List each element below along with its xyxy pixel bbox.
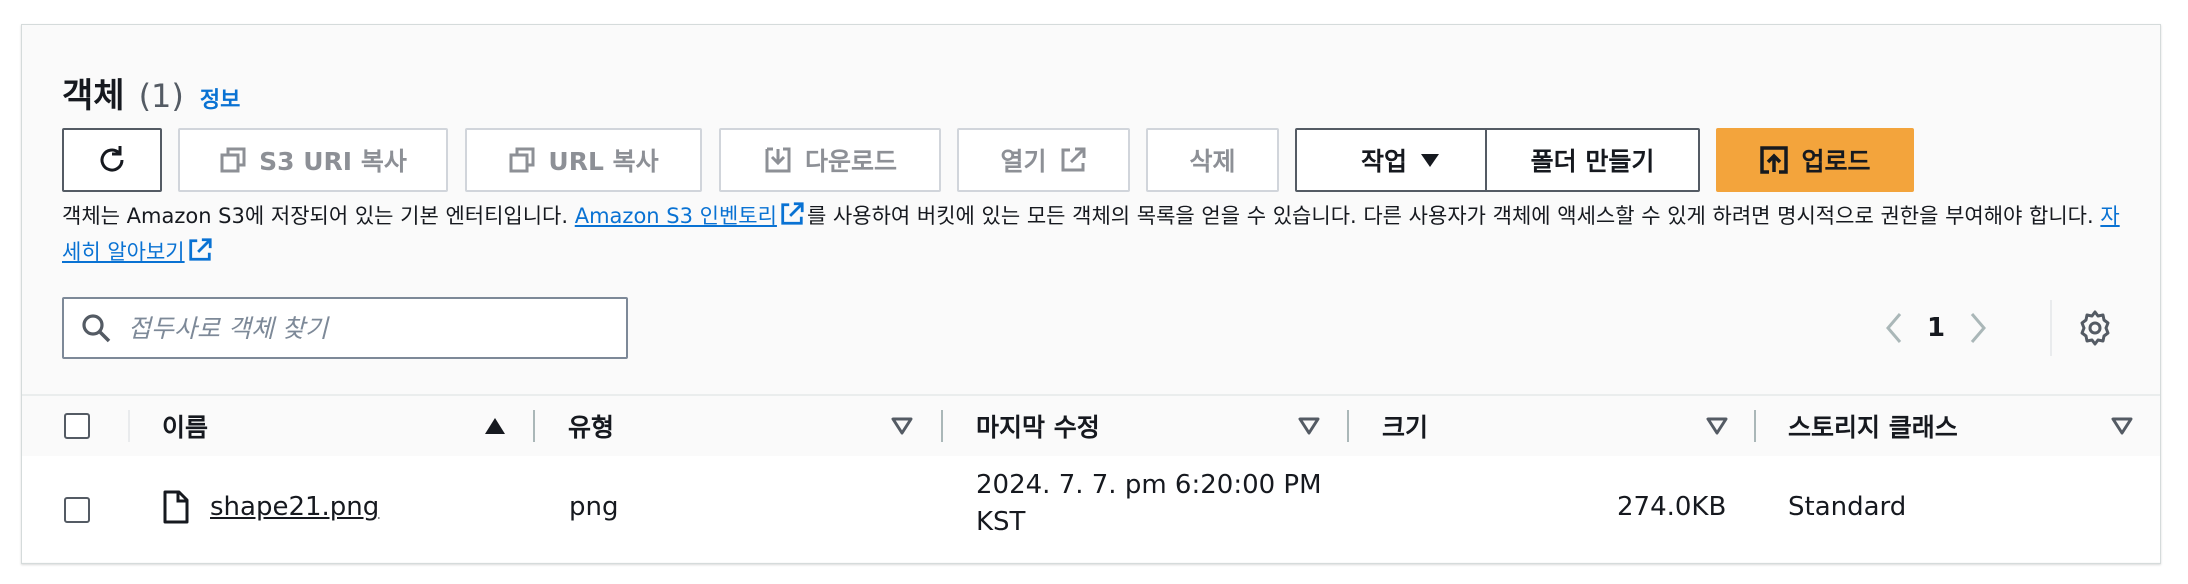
sort-icon[interactable] xyxy=(1705,416,1729,440)
column-header-last-modified[interactable]: 마지막 수정 xyxy=(976,396,1100,456)
chevron-left-icon[interactable] xyxy=(1882,310,1906,346)
object-size: 274.0KB xyxy=(1617,492,1727,522)
column-header-type[interactable]: 유형 xyxy=(568,396,614,456)
divider xyxy=(2050,300,2052,356)
column-header-name[interactable]: 이름 xyxy=(162,396,208,456)
table-row: shape21.png png 2024. 7. 7. pm 6:20:00 P… xyxy=(22,456,2160,562)
column-divider xyxy=(1347,410,1349,442)
delete-button[interactable]: 삭제 xyxy=(1146,128,1279,192)
search-icon xyxy=(80,312,112,344)
external-link-icon xyxy=(779,201,805,236)
copy-icon xyxy=(508,146,536,174)
search-field[interactable] xyxy=(62,297,628,359)
last-modified-timezone: KST xyxy=(976,507,1026,537)
object-type: png xyxy=(569,492,619,522)
open-button[interactable]: 열기 xyxy=(957,128,1130,192)
copy-s3-uri-label: S3 URI 복사 xyxy=(259,147,407,176)
open-label: 열기 xyxy=(1000,147,1047,176)
row-checkbox[interactable] xyxy=(64,497,90,523)
object-storage-class: Standard xyxy=(1788,492,1907,522)
search-input[interactable] xyxy=(126,312,610,344)
column-label: 마지막 수정 xyxy=(976,413,1100,442)
chevron-right-icon[interactable] xyxy=(1966,310,1990,346)
upload-icon xyxy=(1759,145,1789,175)
page-title: 객체 xyxy=(62,76,125,116)
sort-icon[interactable] xyxy=(2110,416,2134,440)
create-folder-label: 폴더 만들기 xyxy=(1530,147,1655,176)
external-link-icon xyxy=(1059,146,1087,174)
pagination: 1 xyxy=(1882,305,1990,351)
create-folder-button[interactable]: 폴더 만들기 xyxy=(1485,128,1700,192)
download-icon xyxy=(763,145,793,175)
sort-icon[interactable] xyxy=(890,416,914,440)
column-header-size[interactable]: 크기 xyxy=(1382,396,1428,456)
select-all-checkbox[interactable] xyxy=(64,413,90,439)
download-label: 다운로드 xyxy=(804,147,897,176)
upload-button[interactable]: 업로드 xyxy=(1716,128,1914,192)
column-label: 유형 xyxy=(568,413,615,442)
copy-url-label: URL 복사 xyxy=(548,147,659,176)
copy-icon xyxy=(219,146,247,174)
preferences-button[interactable] xyxy=(2076,309,2114,351)
upload-label: 업로드 xyxy=(1801,147,1871,176)
gear-icon xyxy=(2076,310,2114,351)
description-text: 객체는 Amazon S3에 저장되어 있는 기본 엔터티입니다. Amazon… xyxy=(62,200,2132,272)
actions-label: 작업 xyxy=(1360,147,1407,176)
caret-down-icon xyxy=(1419,151,1441,169)
download-button[interactable]: 다운로드 xyxy=(719,128,941,192)
column-label: 이름 xyxy=(162,413,209,442)
info-link[interactable]: 정보 xyxy=(200,82,240,114)
last-modified-date: 2024. 7. 7. pm 6:20:00 PM xyxy=(976,470,1322,500)
current-page[interactable]: 1 xyxy=(1906,313,1966,343)
description-part1: 객체는 Amazon S3에 저장되어 있는 기본 엔터티입니다. xyxy=(62,204,575,228)
copy-s3-uri-button[interactable]: S3 URI 복사 xyxy=(178,128,448,192)
object-count: (1) xyxy=(138,77,184,115)
objects-header: 객체 (1) 정보 xyxy=(62,68,240,117)
sort-icon[interactable] xyxy=(1297,416,1321,440)
object-last-modified: 2024. 7. 7. pm 6:20:00 PM KST xyxy=(976,470,1322,544)
external-link-icon xyxy=(187,237,213,272)
description-part2: 를 사용하여 버킷에 있는 모든 객체의 목록을 얻을 수 있습니다. 다른 사… xyxy=(806,204,2101,228)
column-divider xyxy=(941,410,943,442)
column-divider xyxy=(533,410,535,442)
column-divider xyxy=(1754,410,1756,442)
column-label: 크기 xyxy=(1382,413,1429,442)
column-divider xyxy=(128,410,130,442)
column-label: 스토리지 클래스 xyxy=(1788,413,1958,442)
copy-url-button[interactable]: URL 복사 xyxy=(465,128,702,192)
refresh-icon xyxy=(95,143,129,177)
sort-ascending-icon[interactable] xyxy=(483,416,507,440)
refresh-button[interactable] xyxy=(62,128,162,192)
column-header-storage-class[interactable]: 스토리지 클래스 xyxy=(1788,396,1958,456)
table-header: 이름 유형 마지막 수정 크기 스토리지 클래스 xyxy=(22,394,2160,458)
delete-label: 삭제 xyxy=(1189,147,1236,176)
inventory-link[interactable]: Amazon S3 인벤토리 xyxy=(575,204,777,228)
file-icon xyxy=(162,490,190,531)
actions-dropdown[interactable]: 작업 xyxy=(1295,128,1507,192)
object-name-link[interactable]: shape21.png xyxy=(210,492,379,522)
